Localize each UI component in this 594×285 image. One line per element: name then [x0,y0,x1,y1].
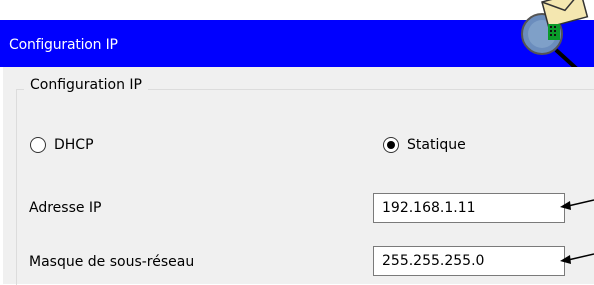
arrow-left-icon [560,253,594,264]
subnet-mask-label: Masque de sous-réseau [29,254,195,270]
envelope-magnifier-icon [521,0,589,72]
groupbox-title: Configuration IP [24,77,148,93]
static-radio[interactable] [383,137,399,153]
arrow-left-icon [560,199,594,210]
dhcp-radio[interactable] [30,137,46,153]
static-radio-option[interactable]: Statique [383,137,466,153]
subnet-mask-input[interactable] [373,246,565,276]
ip-address-label: Adresse IP [29,200,102,216]
dhcp-radio-option[interactable]: DHCP [30,137,94,153]
static-label: Statique [407,137,466,153]
radio-selected-dot [387,141,395,149]
dhcp-label: DHCP [54,137,94,153]
ip-address-input[interactable] [373,193,565,223]
window-title: Configuration IP [9,37,118,53]
